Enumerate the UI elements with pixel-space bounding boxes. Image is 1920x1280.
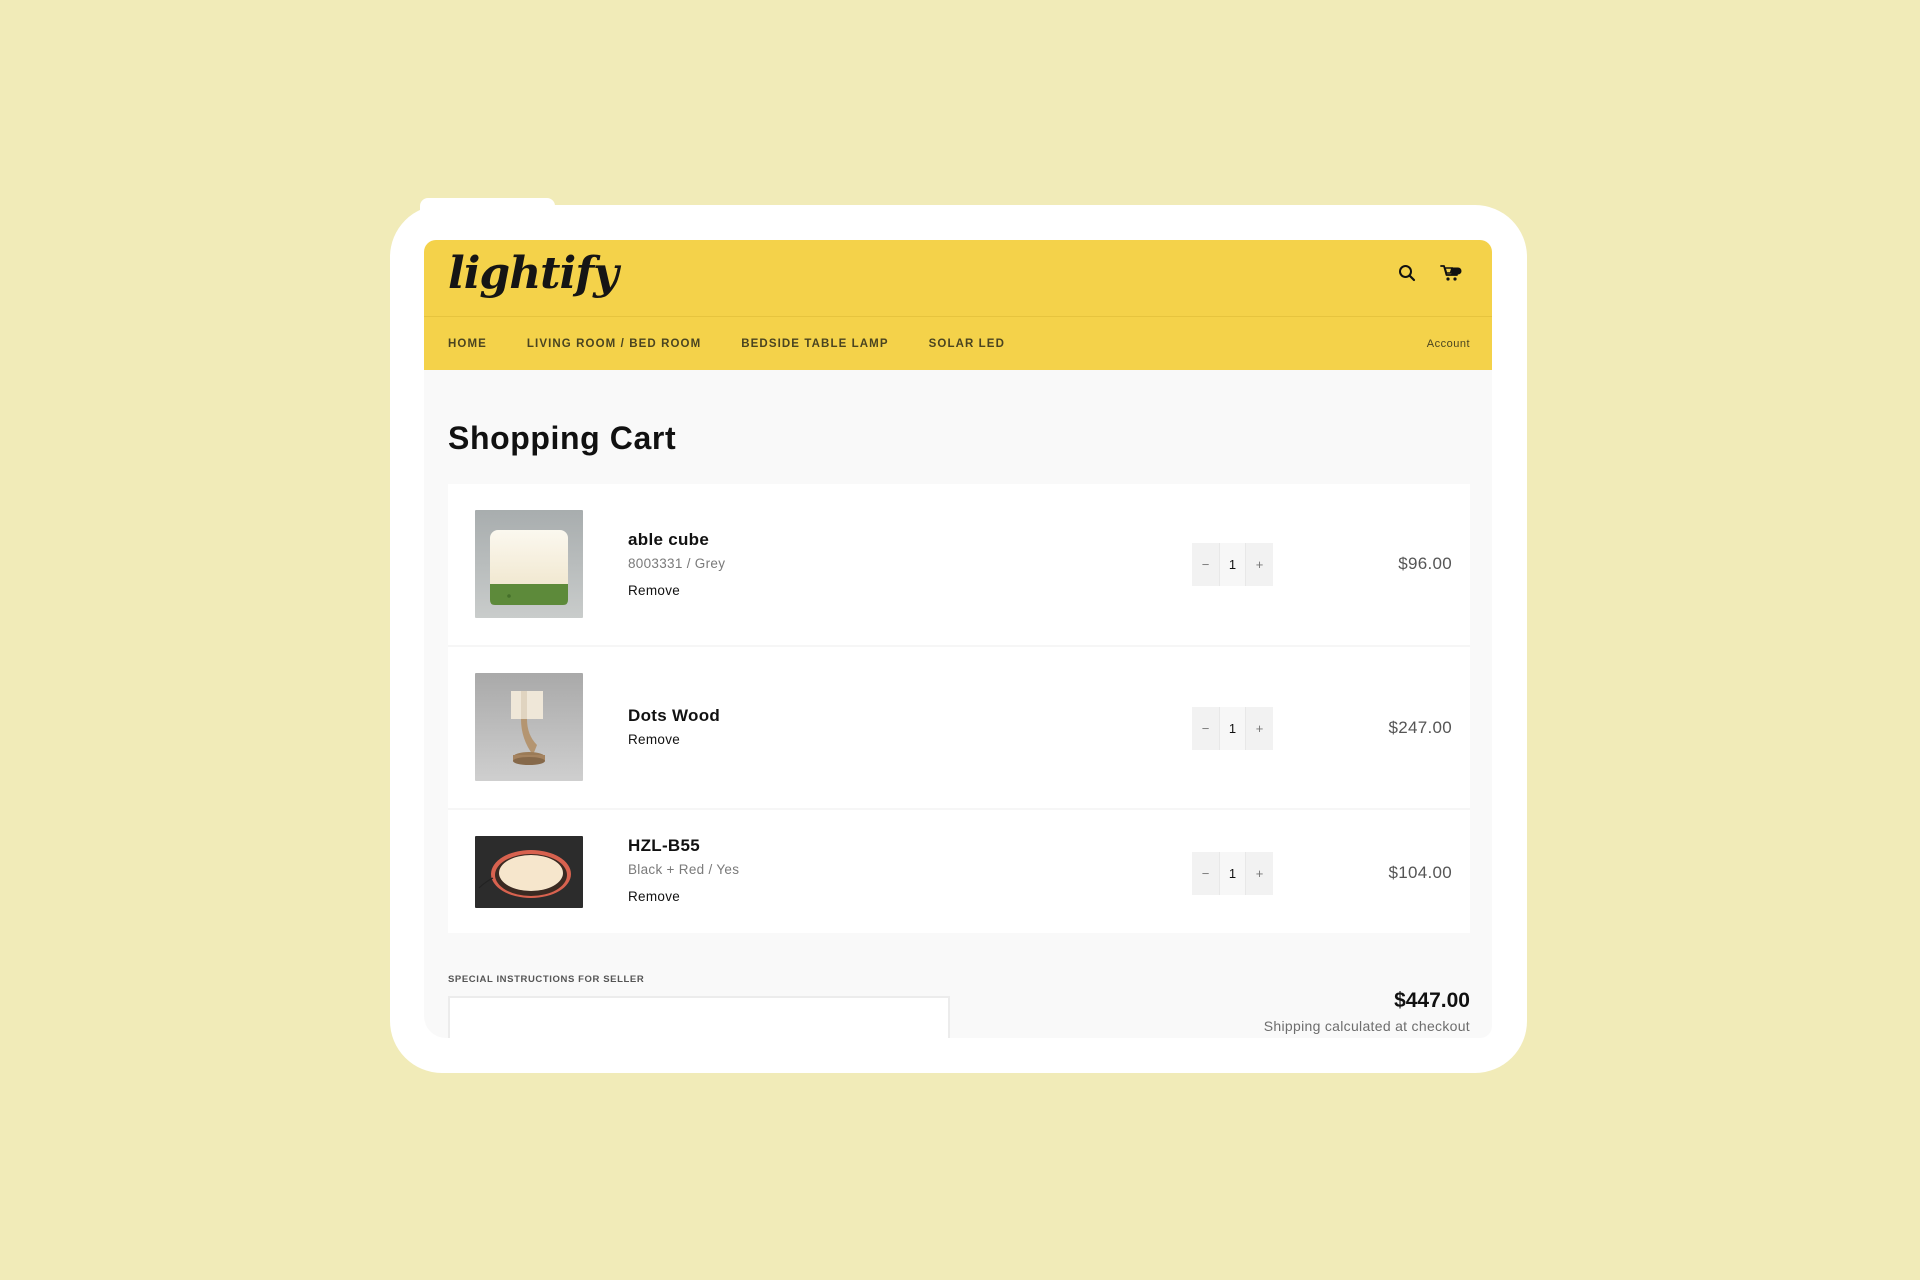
wood-lamp-image[interactable]: [475, 673, 583, 781]
nav-item-bedside-table-lamp[interactable]: BEDSIDE TABLE LAMP: [741, 338, 888, 350]
header-icons: [1396, 262, 1462, 284]
cart-item-row: HZL-B55 Black + Red / Yes Remove − 1 + $…: [448, 808, 1470, 933]
quantity-stepper: − 1 +: [1192, 707, 1273, 750]
cart-item-row: Dots Wood Remove − 1 + $247.00: [448, 645, 1470, 808]
search-icon[interactable]: [1396, 262, 1418, 284]
special-instructions-input[interactable]: [448, 996, 950, 1038]
quantity-input[interactable]: 1: [1219, 543, 1246, 586]
cart-icon[interactable]: [1440, 262, 1462, 284]
increase-quantity-button[interactable]: +: [1246, 707, 1273, 750]
remove-button[interactable]: Remove: [628, 889, 680, 904]
item-price: $96.00: [1398, 554, 1452, 573]
item-price: $247.00: [1388, 718, 1452, 737]
decrease-quantity-button[interactable]: −: [1192, 543, 1219, 586]
remove-button[interactable]: Remove: [628, 732, 680, 747]
cart-item-details: HZL-B55 Black + Red / Yes Remove: [628, 836, 739, 906]
item-variant: 8003331 / Grey: [628, 556, 726, 571]
quantity-input[interactable]: 1: [1219, 707, 1246, 750]
main-nav: HOME LIVING ROOM / BED ROOM BEDSIDE TABL…: [448, 317, 1005, 370]
cart-item-details: Dots Wood Remove: [628, 706, 720, 749]
item-title[interactable]: HZL-B55: [628, 836, 739, 856]
increase-quantity-button[interactable]: +: [1246, 852, 1273, 895]
item-variant: Black + Red / Yes: [628, 862, 740, 877]
quantity-input[interactable]: 1: [1219, 852, 1246, 895]
cart-items-list: able cube 8003331 / Grey Remove − 1 + $9…: [448, 484, 1470, 933]
item-price: $104.00: [1388, 863, 1452, 882]
quantity-stepper: − 1 +: [1192, 852, 1273, 895]
nav-item-home[interactable]: HOME: [448, 338, 487, 350]
store-logo[interactable]: lightify: [448, 248, 619, 299]
decrease-quantity-button[interactable]: −: [1192, 707, 1219, 750]
shipping-note: Shipping calculated at checkout: [1263, 1018, 1470, 1034]
cube-lamp-image[interactable]: [475, 510, 583, 618]
ring-light-image[interactable]: [475, 836, 583, 908]
decrease-quantity-button[interactable]: −: [1192, 852, 1219, 895]
header-top-bar: lightify: [424, 240, 1492, 317]
item-title[interactable]: able cube: [628, 530, 725, 550]
store-page: lightify HOME LIVING ROOM / BED ROOM BED…: [424, 240, 1492, 1038]
nav-item-solar-led[interactable]: SOLAR LED: [929, 338, 1005, 350]
site-header: lightify HOME LIVING ROOM / BED ROOM BED…: [424, 240, 1492, 370]
increase-quantity-button[interactable]: +: [1246, 543, 1273, 586]
quantity-stepper: − 1 +: [1192, 543, 1273, 586]
nav-item-living-room[interactable]: LIVING ROOM / BED ROOM: [527, 338, 701, 350]
cart-subtotal: $447.00: [1394, 989, 1470, 1012]
cart-item-details: able cube 8003331 / Grey Remove: [628, 530, 725, 600]
account-link[interactable]: Account: [1427, 317, 1470, 370]
special-instructions-label: SPECIAL INSTRUCTIONS FOR SELLER: [448, 974, 645, 985]
cart-item-row: able cube 8003331 / Grey Remove − 1 + $9…: [448, 484, 1470, 645]
item-title[interactable]: Dots Wood: [628, 706, 720, 726]
remove-button[interactable]: Remove: [628, 583, 680, 598]
page-title: Shopping Cart: [448, 420, 677, 456]
